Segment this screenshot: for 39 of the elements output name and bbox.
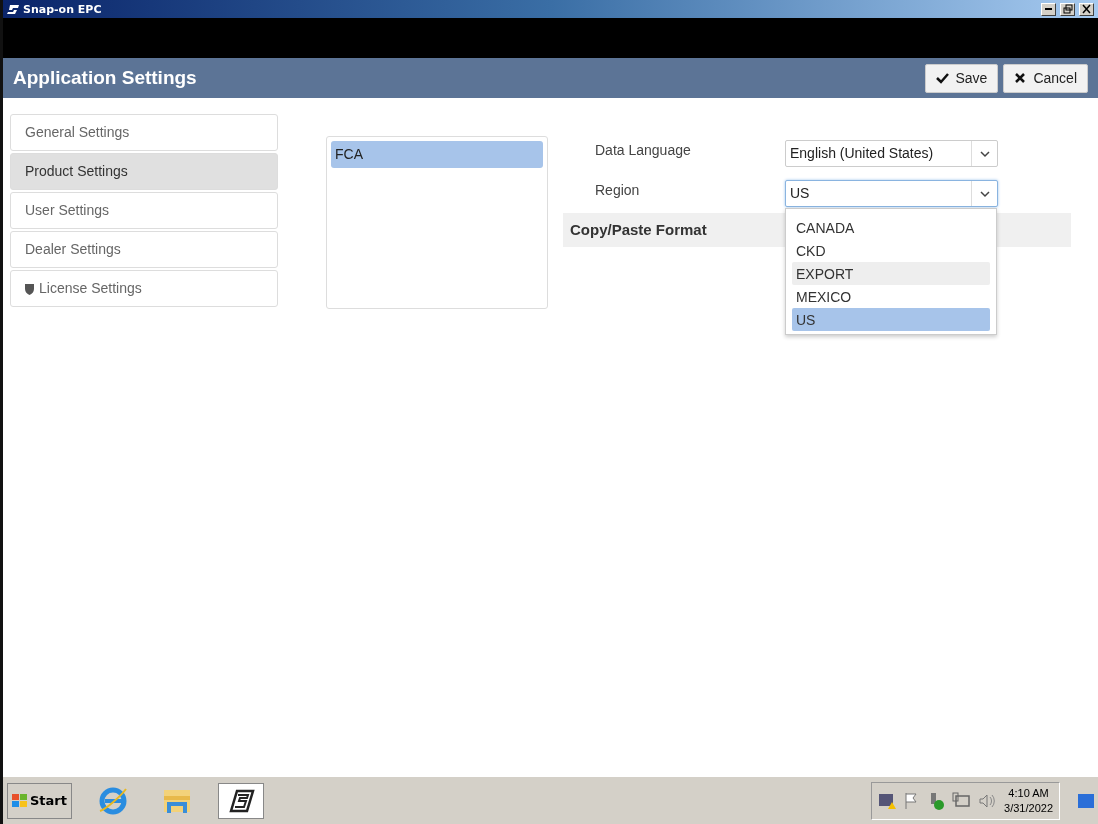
minimize-button[interactable] xyxy=(1041,2,1056,16)
network-icon xyxy=(928,791,945,810)
sidebar-item[interactable]: License Settings xyxy=(10,270,278,307)
restore-icon xyxy=(1062,4,1073,14)
window-title: Snap-on EPC xyxy=(23,2,103,16)
list-item[interactable]: FCA xyxy=(331,141,543,168)
sidebar-item[interactable]: General Settings xyxy=(10,114,278,151)
monitor-icon xyxy=(952,791,971,810)
minimize-icon xyxy=(1045,8,1052,10)
section-title: Copy/Paste Format xyxy=(570,219,707,240)
clock-time: 4:10 AM xyxy=(1007,786,1050,801)
check-icon xyxy=(936,72,950,84)
logo-icon xyxy=(7,4,19,14)
close-icon xyxy=(1014,72,1028,84)
dropdown-option[interactable]: CKD xyxy=(792,239,990,262)
clock-date: 3/31/2022 xyxy=(1004,800,1053,815)
close-button[interactable] xyxy=(1079,2,1094,16)
dropdown[interactable]: English (United States) xyxy=(785,140,998,167)
dropdown-option[interactable]: US xyxy=(792,308,990,331)
field-label: Data Language xyxy=(595,141,692,160)
dropdown[interactable]: US xyxy=(785,180,998,207)
sidebar-item[interactable]: Dealer Settings xyxy=(10,231,278,268)
sidebar-item[interactable]: Product Settings xyxy=(10,153,278,190)
dropdown-option[interactable]: CANADA xyxy=(792,216,990,239)
field-label: Region xyxy=(595,181,641,200)
save-button[interactable]: Save xyxy=(925,63,999,93)
sidebar-item[interactable]: User Settings xyxy=(10,192,278,229)
start-button[interactable]: Start xyxy=(7,782,72,819)
show-desktop-icon[interactable] xyxy=(1078,793,1094,808)
shield-icon xyxy=(25,282,34,295)
windows-logo-icon xyxy=(12,793,28,808)
close-icon xyxy=(1081,4,1092,14)
cancel-button[interactable]: Cancel xyxy=(1003,63,1088,93)
dropdown-option[interactable]: EXPORT xyxy=(792,262,990,285)
page-title: Application Settings xyxy=(13,66,198,90)
taskbar-button[interactable] xyxy=(218,782,264,819)
dropdown-option[interactable]: MEXICO xyxy=(792,285,990,308)
warning-icon xyxy=(878,791,897,810)
restore-button[interactable] xyxy=(1060,2,1075,16)
